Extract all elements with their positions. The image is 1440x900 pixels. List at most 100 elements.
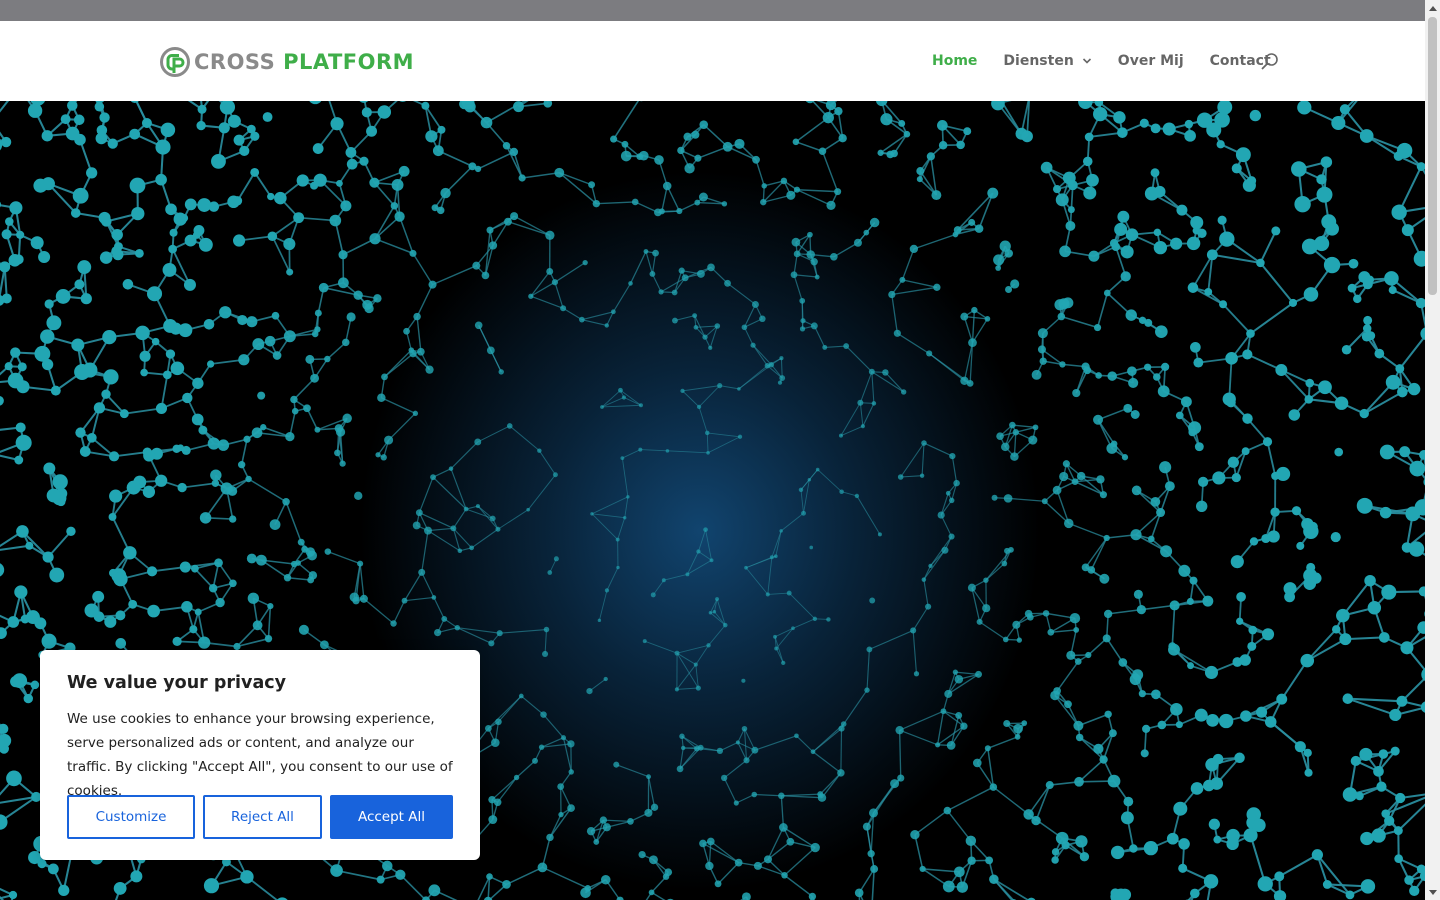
network-node <box>538 744 545 750</box>
network-node <box>741 678 746 683</box>
network-node <box>218 122 230 134</box>
network-link <box>248 478 287 503</box>
network-node <box>972 758 982 768</box>
network-node <box>1156 508 1166 518</box>
network-node <box>1303 523 1319 539</box>
network-node <box>793 186 801 193</box>
network-node <box>425 130 438 143</box>
network-node <box>142 485 156 498</box>
network-node <box>362 299 373 310</box>
network-node <box>1162 122 1176 136</box>
network-node <box>931 190 942 201</box>
accept-all-button[interactable]: Accept All <box>330 795 453 839</box>
network-node <box>753 861 762 870</box>
network-link <box>0 544 30 551</box>
network-node <box>252 620 263 631</box>
network-node <box>93 402 106 414</box>
scroll-up-arrow-icon[interactable] <box>1425 0 1440 15</box>
network-link <box>900 442 925 478</box>
scroll-thumb[interactable] <box>1428 17 1437 295</box>
nav-item-diensten[interactable]: Diensten <box>1003 53 1091 69</box>
network-node <box>55 289 71 304</box>
network-node <box>14 455 24 465</box>
network-node <box>672 317 678 324</box>
nav-item-home[interactable]: Home <box>932 53 977 69</box>
network-node <box>1242 178 1256 192</box>
search-icon[interactable] <box>1260 52 1280 72</box>
network-link <box>821 150 839 192</box>
network-node <box>0 395 4 406</box>
network-node <box>750 342 756 348</box>
network-node <box>1371 828 1386 843</box>
network-node <box>0 563 5 577</box>
network-node <box>1045 781 1054 790</box>
network-node <box>314 309 322 317</box>
network-link <box>796 189 832 206</box>
network-node <box>1129 844 1138 853</box>
reject-all-button[interactable]: Reject All <box>203 795 322 839</box>
network-link <box>487 695 522 729</box>
network-link <box>706 432 709 453</box>
network-node <box>49 567 65 583</box>
network-node <box>381 373 388 381</box>
nav-item-over-mij[interactable]: Over Mij <box>1118 53 1184 69</box>
customize-button[interactable]: Customize <box>67 795 195 839</box>
network-node <box>1052 485 1062 495</box>
network-node <box>1120 811 1134 825</box>
nav-item-diensten-label: Diensten <box>1003 53 1074 69</box>
network-node <box>696 404 702 409</box>
network-link <box>682 385 720 392</box>
network-node <box>135 248 144 258</box>
network-node <box>937 511 945 519</box>
network-node <box>743 757 750 764</box>
network-node <box>189 625 198 634</box>
network-node <box>946 741 956 750</box>
network-link <box>433 597 445 620</box>
network-node <box>1291 161 1307 177</box>
network-node <box>552 472 558 478</box>
network-node <box>954 674 964 684</box>
network-node <box>919 473 925 478</box>
network-link <box>581 311 614 321</box>
network-node <box>1001 560 1008 567</box>
network-node <box>937 120 948 131</box>
network-node <box>1297 101 1312 115</box>
network-node <box>863 229 870 236</box>
network-node <box>101 216 112 227</box>
network-node <box>1404 875 1414 885</box>
network-node <box>1013 723 1023 734</box>
scroll-down-arrow-icon[interactable] <box>1425 885 1440 900</box>
scrollbar[interactable] <box>1425 0 1440 900</box>
network-node <box>1031 815 1041 826</box>
network-link <box>947 673 979 695</box>
network-node <box>781 660 786 665</box>
network-link <box>612 283 632 313</box>
network-node <box>1144 363 1152 371</box>
network-node <box>1323 256 1341 274</box>
network-node <box>1325 222 1339 236</box>
network-node <box>1248 625 1258 635</box>
network-node <box>737 434 743 439</box>
network-node <box>1176 204 1188 216</box>
network-node <box>340 200 352 212</box>
network-link <box>471 528 499 549</box>
network-link <box>719 385 739 390</box>
network-node <box>1276 466 1291 482</box>
network-link <box>923 579 929 607</box>
network-node <box>1072 388 1081 398</box>
network-link <box>596 201 636 205</box>
network-node <box>1125 228 1139 241</box>
network-node <box>954 866 965 878</box>
network-node <box>779 356 784 361</box>
network-link <box>644 640 678 654</box>
network-node <box>20 614 30 624</box>
network-node <box>99 251 113 264</box>
network-node <box>382 860 393 872</box>
site-logo[interactable]: CROSS PLATFORM <box>159 45 414 79</box>
network-node <box>207 437 220 450</box>
network-node <box>1052 185 1062 194</box>
network-node <box>66 526 76 537</box>
network-node <box>240 870 254 884</box>
network-node <box>1095 372 1102 379</box>
network-node <box>1249 537 1259 546</box>
